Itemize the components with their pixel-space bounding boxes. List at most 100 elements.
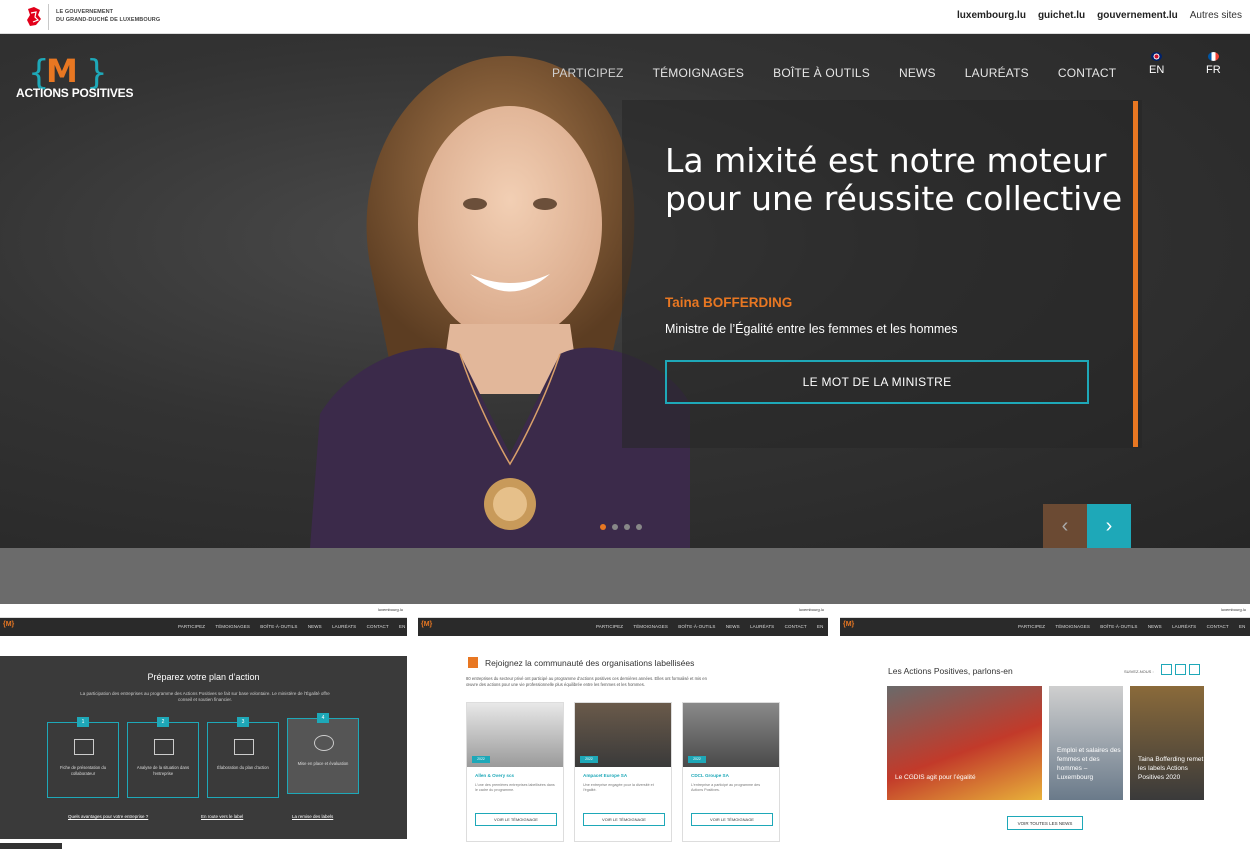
mini-nav-items: PARTICIPEZ TÉMOIGNAGES BOÎTE·À·OUTILS NE… bbox=[178, 624, 407, 629]
news-card[interactable]: Taina Bofferding remet les labels Action… bbox=[1130, 686, 1204, 800]
voir-toutes-news-button[interactable]: VOIR TOUTES LES NEWS bbox=[1007, 816, 1083, 830]
news-caption: Emploi et salaires des femmes et des hom… bbox=[1057, 747, 1121, 781]
lang-en-label: EN bbox=[1149, 64, 1165, 76]
testimonial-photo: 2022 bbox=[575, 703, 671, 767]
plan-action-section: Préparez votre plan d’action La particip… bbox=[0, 656, 407, 839]
hero-slider: { M } ACTIONS POSITIVES PARTICIPEZ TÉMOI… bbox=[0, 34, 1250, 548]
mini-gov-bar: luxembourg.lu bbox=[840, 604, 1250, 618]
gov-logo-text[interactable]: LE GOUVERNEMENT DU GRAND-DUCHÉ DE LUXEMB… bbox=[56, 8, 160, 24]
gov-logo-line1: LE GOUVERNEMENT bbox=[56, 9, 114, 15]
mini-gov-links: luxembourg.lu bbox=[798, 607, 824, 612]
step-card-2[interactable]: 2 Analyse de la situation dans l’entrepr… bbox=[127, 717, 199, 798]
luxembourg-lion-icon[interactable] bbox=[24, 5, 44, 29]
year-badge: 2022 bbox=[580, 756, 598, 763]
news-card[interactable]: Emploi et salaires des femmes et des hom… bbox=[1049, 686, 1123, 800]
chart-icon bbox=[234, 739, 254, 755]
link-other-sites[interactable]: Autres sites bbox=[1190, 10, 1242, 21]
link-guichet-lu[interactable]: guichet.lu bbox=[1038, 10, 1085, 21]
facebook-icon[interactable] bbox=[1175, 664, 1186, 675]
chevron-right-icon: › bbox=[1105, 514, 1113, 537]
mini-nav: {M} PARTICIPEZ TÉMOIGNAGES BOÎTE·À·OUTIL… bbox=[0, 618, 407, 636]
testimonial-company: Allen & Overy scs bbox=[475, 773, 515, 778]
thumbnail-news[interactable]: luxembourg.lu {M} PARTICIPEZ TÉMOIGNAGES… bbox=[840, 604, 1250, 844]
year-badge: 2022 bbox=[472, 756, 490, 763]
mini-gov-bar: luxembourg.lu bbox=[0, 604, 407, 618]
voir-temoignage-button[interactable]: VOIR LE TÉMOIGNAGE bbox=[691, 813, 773, 826]
thumbnail-plan-action[interactable]: luxembourg.lu {M} PARTICIPEZ TÉMOIGNAGES… bbox=[0, 604, 407, 844]
slider-dot-3[interactable] bbox=[624, 524, 630, 530]
slider-next-button[interactable]: › bbox=[1087, 504, 1131, 548]
hero-accent-line bbox=[1133, 101, 1138, 447]
plan-action-subtitle: La participation des entreprises au prog… bbox=[80, 691, 330, 702]
slider-dot-1[interactable] bbox=[600, 524, 606, 530]
lang-en-button[interactable]: EN bbox=[1149, 52, 1164, 76]
step-card-3[interactable]: 3 Élaboration du plan d’action bbox=[207, 717, 279, 798]
step-number: 2 bbox=[157, 717, 169, 727]
grey-separator bbox=[0, 548, 1250, 604]
thumbnail-communaute[interactable]: luxembourg.lu {M} PARTICIPEZ TÉMOIGNAGES… bbox=[418, 604, 828, 844]
step-number: 1 bbox=[77, 717, 89, 727]
slider-prev-button[interactable]: ‹ bbox=[1043, 504, 1087, 548]
government-top-bar: LE GOUVERNEMENT DU GRAND-DUCHÉ DE LUXEMB… bbox=[0, 0, 1250, 34]
voir-temoignage-button[interactable]: VOIR LE TÉMOIGNAGE bbox=[583, 813, 665, 826]
link-gouvernement-lu[interactable]: gouvernement.lu bbox=[1097, 10, 1178, 21]
mot-de-la-ministre-button[interactable]: LE MOT DE LA MINISTRE bbox=[665, 360, 1089, 404]
news-title: Les Actions Positives, parlons-en bbox=[888, 666, 1013, 676]
lang-fr-button[interactable]: FR bbox=[1206, 52, 1221, 76]
testimonial-photo: 2022 bbox=[683, 703, 779, 767]
follow-us-label: SUIVEZ-NOUS : bbox=[1124, 669, 1154, 674]
step-card-1[interactable]: 1 Fiche de présentation du collaborateur bbox=[47, 717, 119, 798]
twitter-icon[interactable] bbox=[1189, 664, 1200, 675]
testimonial-text: L’entreprise a participé au programme de… bbox=[691, 783, 761, 792]
nav-boite-a-outils[interactable]: BOÎTE À OUTILS bbox=[773, 66, 870, 80]
news-caption: Taina Bofferding remet les labels Action… bbox=[1138, 756, 1204, 781]
news-caption: Le CGDIS agit pour l’égalité bbox=[895, 774, 976, 781]
step-label: Analyse de la situation dans l’entrepris… bbox=[136, 765, 190, 776]
mini-nav-items: PARTICIPEZ TÉMOIGNAGES BOÎTE·À·OUTILS NE… bbox=[596, 624, 828, 629]
step-number: 3 bbox=[237, 717, 249, 727]
nav-laureats[interactable]: LAURÉATS bbox=[965, 66, 1029, 80]
link-avantages[interactable]: Quels avantages pour votre entreprise ? bbox=[68, 814, 148, 819]
nav-temoignages[interactable]: TÉMOIGNAGES bbox=[653, 66, 745, 80]
link-luxembourg-lu[interactable]: luxembourg.lu bbox=[957, 10, 1026, 21]
main-nav: PARTICIPEZ TÉMOIGNAGES BOÎTE À OUTILS NE… bbox=[552, 66, 1145, 80]
step-label: Mise en place et évaluation bbox=[297, 761, 349, 766]
instagram-icon[interactable] bbox=[1161, 664, 1172, 675]
mini-gov-links: luxembourg.lu bbox=[1220, 607, 1246, 612]
step-label: Fiche de présentation du collaborateur bbox=[59, 765, 107, 776]
step-number: 4 bbox=[317, 713, 329, 723]
year-badge: 2022 bbox=[688, 756, 706, 763]
mini-logo: {M} bbox=[3, 621, 15, 628]
france-flag-icon bbox=[1207, 52, 1219, 61]
testimonial-text: Une entreprise engagée pour la diversité… bbox=[583, 783, 654, 792]
mini-gov-bar: luxembourg.lu bbox=[418, 604, 828, 618]
gov-logo-line2: DU GRAND-DUCHÉ DE LUXEMBOURG bbox=[56, 17, 161, 23]
slider-dot-2[interactable] bbox=[612, 524, 618, 530]
testimonial-card[interactable]: 2022 Ampacet Europe SA Une entreprise en… bbox=[574, 702, 672, 842]
hero-person-name: Taina BOFFERDING bbox=[665, 295, 793, 310]
step-label: Élaboration du plan d’action bbox=[217, 765, 269, 770]
link-remise-labels[interactable]: La remise des labels bbox=[292, 814, 333, 819]
communaute-title: Rejoignez la communauté des organisation… bbox=[485, 658, 695, 668]
mini-logo: {M} bbox=[843, 621, 855, 628]
link-en-route-label[interactable]: En route vers le label bbox=[201, 814, 243, 819]
hero-headline: La mixité est notre moteur pour une réus… bbox=[665, 141, 1123, 218]
testimonial-card[interactable]: 2022 Allen & Overy scs L’une des premièr… bbox=[466, 702, 564, 842]
mini-nav: {M} PARTICIPEZ TÉMOIGNAGES BOÎTE·À·OUTIL… bbox=[840, 618, 1250, 636]
svg-text:M: M bbox=[46, 52, 78, 90]
mini-nav: {M} PARTICIPEZ TÉMOIGNAGES BOÎTE·À·OUTIL… bbox=[418, 618, 828, 636]
plan-action-title: Préparez votre plan d’action bbox=[147, 672, 260, 682]
news-card[interactable]: Le CGDIS agit pour l’égalité bbox=[887, 686, 1042, 800]
nav-contact[interactable]: CONTACT bbox=[1058, 66, 1117, 80]
nav-news[interactable]: NEWS bbox=[899, 66, 936, 80]
voir-temoignage-button[interactable]: VOIR LE TÉMOIGNAGE bbox=[475, 813, 557, 826]
testimonial-company: CDCL Groupe SA bbox=[691, 773, 729, 778]
step-card-4[interactable]: 4 Mise en place et évaluation bbox=[287, 713, 359, 794]
testimonial-card[interactable]: 2022 CDCL Groupe SA L’entreprise a parti… bbox=[682, 702, 780, 842]
logo-wordmark[interactable]: ACTIONS POSITIVES bbox=[16, 86, 133, 100]
gov-divider bbox=[48, 4, 49, 30]
slider-dot-4[interactable] bbox=[636, 524, 642, 530]
communaute-section: Rejoignez la communauté des organisation… bbox=[418, 636, 828, 844]
nav-participez[interactable]: PARTICIPEZ bbox=[552, 66, 624, 80]
mini-logo: {M} bbox=[421, 621, 433, 628]
